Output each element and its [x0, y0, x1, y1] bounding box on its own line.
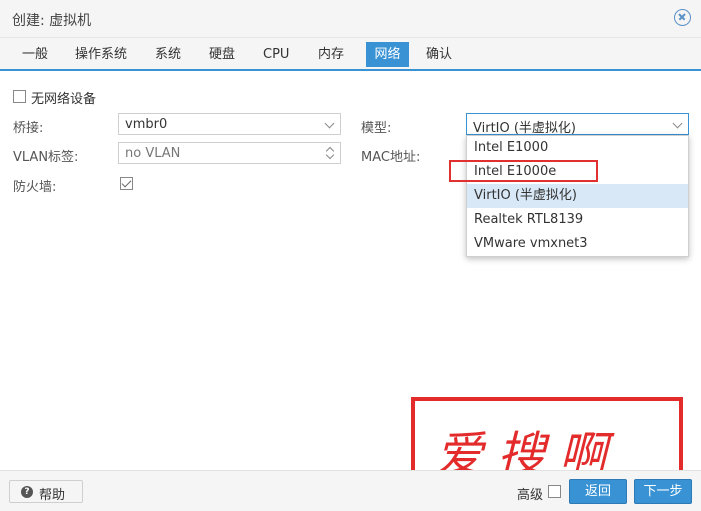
model-option-intel-e1000[interactable]: Intel E1000 — [467, 136, 688, 160]
wizard-tabs: 一般 操作系统 系统 硬盘 CPU 内存 网络 确认 — [0, 38, 701, 71]
mac-label: MAC地址: — [361, 150, 421, 165]
model-value: VirtIO (半虚拟化) — [473, 121, 577, 136]
dialog-titlebar: 创建: 虚拟机 — [0, 0, 701, 38]
dialog-footer: ? 帮助 高级 返回 下一步 — [0, 470, 701, 511]
next-button[interactable]: 下一步 — [634, 479, 692, 504]
chevron-down-icon[interactable] — [672, 118, 683, 129]
question-icon: ? — [21, 486, 33, 498]
tab-memory[interactable]: 内存 — [314, 42, 348, 67]
help-button[interactable]: ? 帮助 — [9, 480, 83, 503]
model-option-virtio[interactable]: VirtIO (半虚拟化) — [467, 184, 688, 208]
chevron-down-icon[interactable] — [324, 118, 335, 129]
tab-general[interactable]: 一般 — [18, 42, 52, 67]
model-select[interactable]: VirtIO (半虚拟化) — [466, 113, 689, 136]
advanced-label: 高级 — [517, 488, 544, 503]
bridge-label: 桥接: — [13, 121, 44, 136]
model-option-vmware[interactable]: VMware vmxnet3 — [467, 232, 688, 256]
tab-confirm[interactable]: 确认 — [422, 42, 456, 67]
advanced-checkbox[interactable] — [548, 485, 561, 498]
back-button[interactable]: 返回 — [569, 479, 627, 504]
spinner-icon[interactable] — [325, 146, 335, 161]
tab-system[interactable]: 系统 — [151, 42, 185, 67]
model-label: 模型: — [361, 121, 392, 136]
no-network-checkbox[interactable] — [13, 90, 26, 103]
firewall-label: 防火墙: — [13, 180, 57, 195]
vlan-value: no VLAN — [125, 146, 181, 161]
annotation-highlight-box — [449, 160, 598, 182]
close-icon[interactable] — [674, 9, 691, 26]
dialog-title: 创建: 虚拟机 — [12, 13, 92, 29]
vlan-input[interactable]: no VLAN — [118, 142, 341, 164]
model-dropdown-list: Intel E1000 Intel E1000e VirtIO (半虚拟化) R… — [466, 135, 689, 257]
model-option-realtek[interactable]: Realtek RTL8139 — [467, 208, 688, 232]
help-label: 帮助 — [39, 488, 66, 503]
tab-os[interactable]: 操作系统 — [71, 42, 131, 67]
bridge-select[interactable]: vmbr0 — [118, 113, 341, 135]
no-network-label: 无网络设备 — [31, 92, 97, 107]
firewall-checkbox[interactable] — [120, 177, 133, 190]
bridge-value: vmbr0 — [125, 117, 168, 132]
vlan-label: VLAN标签: — [13, 150, 79, 165]
tab-disk[interactable]: 硬盘 — [205, 42, 239, 67]
tab-cpu[interactable]: CPU — [259, 42, 293, 67]
tab-network[interactable]: 网络 — [366, 42, 409, 67]
